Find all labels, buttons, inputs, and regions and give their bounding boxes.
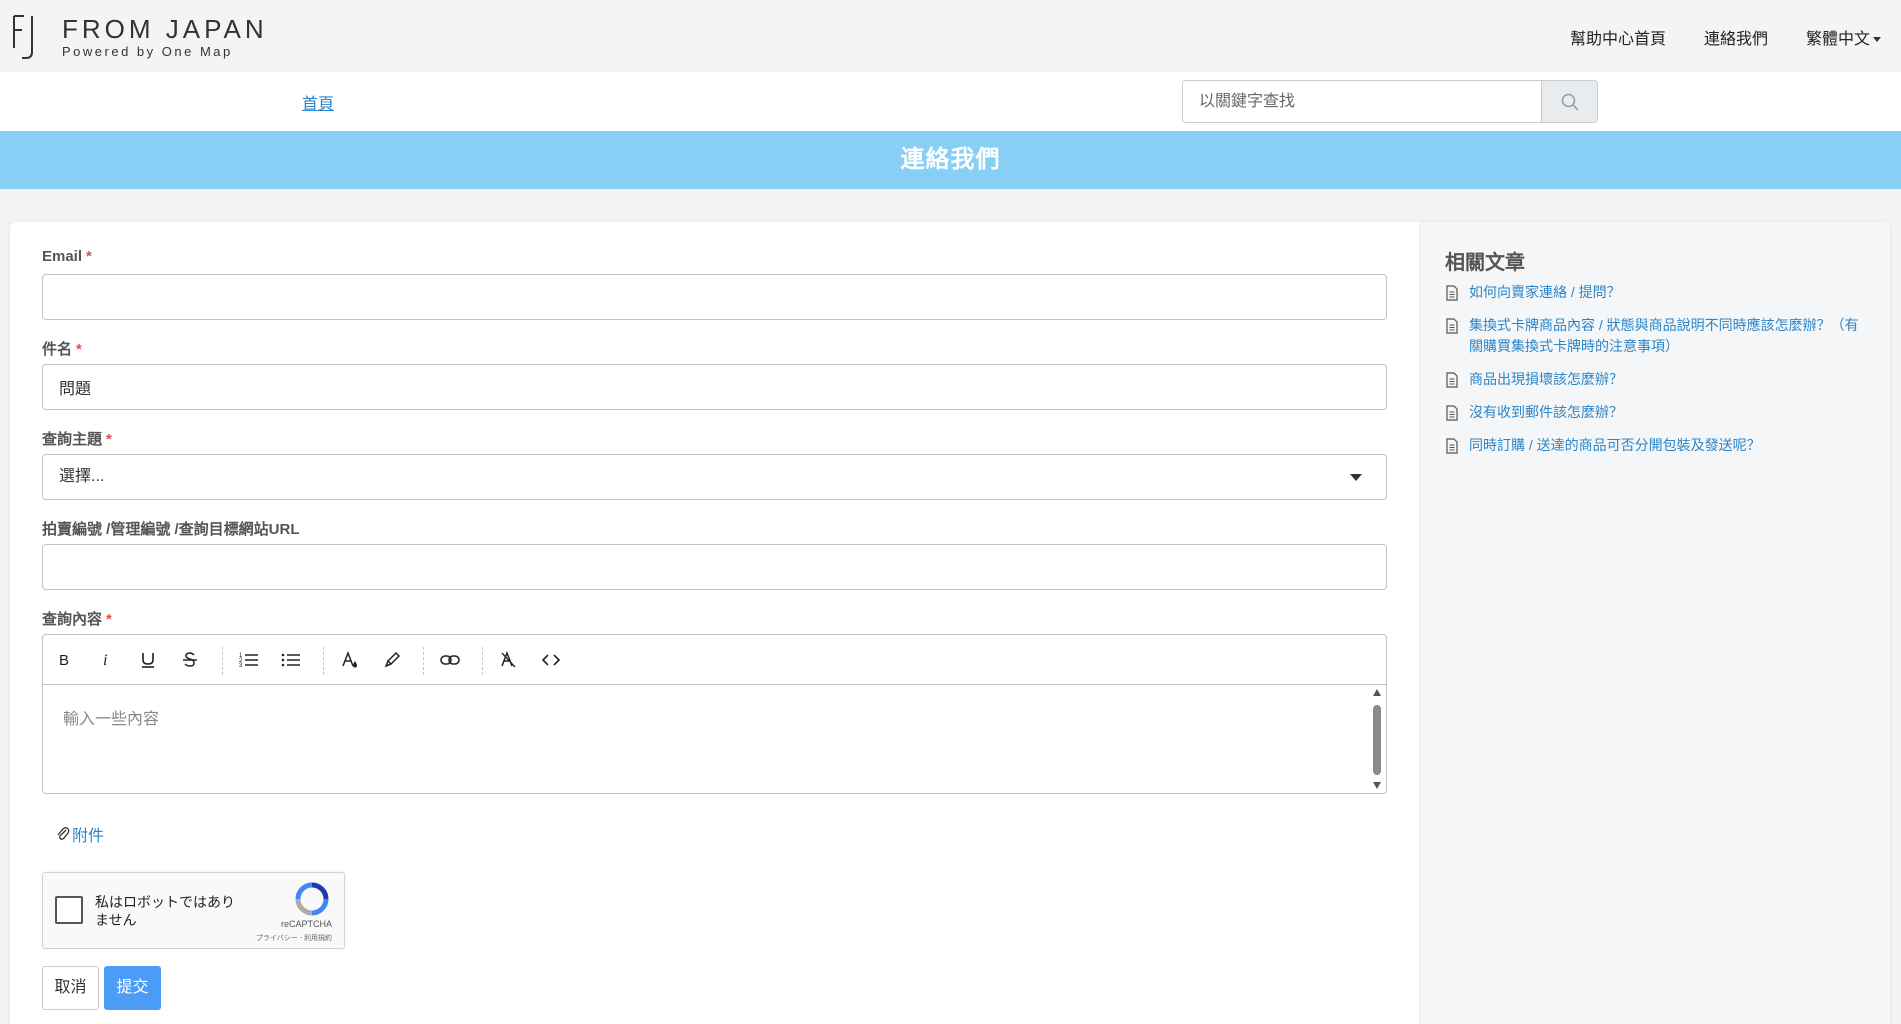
top-nav: 幫助中心首頁 連絡我們 繁體中文 (1570, 25, 1881, 49)
search-input[interactable] (1183, 81, 1542, 122)
list-item: 如何向賣家連絡 / 提問？ (1445, 282, 1865, 303)
editor-toolbar: B i 123 (43, 635, 1386, 685)
nav-help-home[interactable]: 幫助中心首頁 (1570, 25, 1666, 49)
text-color-icon[interactable] (334, 645, 366, 675)
search-button[interactable] (1541, 81, 1597, 122)
recaptcha-brand: reCAPTCHA (280, 919, 332, 929)
scroll-down-icon[interactable] (1373, 782, 1381, 789)
top-header: FROM JAPAN Powered by One Map 幫助中心首頁 連絡我… (0, 0, 1901, 72)
svg-text:3: 3 (239, 663, 243, 669)
toolbar-divider (482, 647, 483, 675)
language-dropdown[interactable]: 繁體中文 (1806, 25, 1881, 49)
list-item: 沒有收到郵件該怎麼辦？ (1445, 402, 1865, 423)
svg-text:i: i (103, 652, 107, 668)
article-link[interactable]: 如何向賣家連絡 / 提問？ (1469, 282, 1621, 303)
topic-label: 查詢主題 * (42, 431, 112, 448)
toolbar-divider (323, 647, 324, 675)
svg-text:B: B (59, 652, 69, 668)
editor-content-area[interactable]: 輸入一些內容 (43, 685, 1386, 793)
dropdown-arrow-icon (1350, 474, 1362, 481)
recaptcha-widget: 私はロボットではありません reCAPTCHA プライバシー - 利用規約 (42, 872, 345, 949)
url-field[interactable] (42, 544, 1387, 590)
related-articles-list: 如何向賣家連絡 / 提問？ 集換式卡牌商品內容 / 狀態與商品說明不同時應該怎麼… (1445, 282, 1865, 468)
recaptcha-checkbox[interactable] (55, 896, 83, 924)
submit-button[interactable]: 提交 (104, 966, 161, 1010)
topic-select-value: 選擇... (59, 468, 105, 485)
toolbar-divider (423, 647, 424, 675)
scroll-up-icon[interactable] (1373, 689, 1381, 696)
search-box (1182, 80, 1598, 123)
sub-bar: 首頁 (0, 72, 1901, 131)
toolbar-divider (222, 647, 223, 675)
list-item: 集換式卡牌商品內容 / 狀態與商品說明不同時應該怎麼辦？（有關購買集換式卡牌時的… (1445, 315, 1865, 357)
cancel-button[interactable]: 取消 (42, 966, 99, 1010)
caret-down-icon (1873, 37, 1881, 43)
logo-subtitle: Powered by One Map (62, 44, 233, 59)
logo[interactable]: FROM JAPAN Powered by One Map (12, 14, 268, 60)
contact-card: Email* 件名* 查詢主題* 選擇... 拍賣編號 /管理編號 /查詢目標網… (10, 222, 1890, 1024)
document-icon (1446, 372, 1458, 388)
nav-contact[interactable]: 連絡我們 (1704, 25, 1768, 49)
strikethrough-icon[interactable] (174, 645, 206, 675)
scroll-thumb[interactable] (1373, 705, 1381, 775)
fj-logo-icon (13, 15, 33, 59)
page-banner: 連絡我們 (0, 131, 1901, 189)
list-item: 商品出現損壞該怎麼辦？ (1445, 369, 1865, 390)
language-label: 繁體中文 (1805, 31, 1870, 48)
subject-field[interactable] (42, 364, 1387, 410)
article-link[interactable]: 商品出現損壞該怎麼辦？ (1469, 369, 1623, 390)
content-label: 查詢內容 * (42, 611, 112, 628)
recaptcha-text: 私はロボットではありません (95, 894, 235, 928)
editor-scrollbar[interactable] (1370, 687, 1384, 791)
document-icon (1446, 285, 1458, 301)
editor-placeholder: 輸入一些內容 (63, 711, 160, 728)
unordered-list-icon[interactable] (275, 645, 307, 675)
clear-format-icon[interactable] (493, 645, 525, 675)
url-label: 拍賣編號 /管理編號 /查詢目標網站URL (42, 521, 300, 538)
attachment-label: 附件 (72, 828, 105, 845)
link-icon[interactable] (434, 645, 466, 675)
page-title: 連絡我們 (900, 146, 1001, 173)
recaptcha-links[interactable]: プライバシー - 利用規約 (256, 933, 332, 943)
article-link[interactable]: 沒有收到郵件該怎麼辦？ (1469, 402, 1623, 423)
italic-icon[interactable]: i (90, 645, 122, 675)
article-link[interactable]: 集換式卡牌商品內容 / 狀態與商品說明不同時應該怎麼辦？（有關購買集換式卡牌時的… (1469, 315, 1865, 357)
ordered-list-icon[interactable]: 123 (233, 645, 265, 675)
document-icon (1446, 318, 1458, 334)
related-articles-sidebar: 相關文章 如何向賣家連絡 / 提問？ 集換式卡牌商品內容 / 狀態與商品說明不同… (1419, 222, 1890, 1024)
article-link[interactable]: 同時訂購 / 送達的商品可否分開包裝及發送呢？ (1469, 435, 1761, 456)
email-field[interactable] (42, 274, 1387, 320)
email-label: Email * (42, 248, 92, 265)
highlight-icon[interactable] (376, 645, 408, 675)
subject-label: 件名 * (42, 341, 82, 358)
search-icon (1561, 93, 1579, 111)
document-icon (1446, 438, 1458, 454)
breadcrumb-home-link[interactable]: 首頁 (302, 90, 334, 114)
rich-text-editor: B i 123 輸入一些內容 (42, 634, 1387, 794)
underline-icon[interactable] (132, 645, 164, 675)
document-icon (1446, 405, 1458, 421)
paperclip-icon (57, 827, 70, 840)
list-item: 同時訂購 / 送達的商品可否分開包裝及發送呢？ (1445, 435, 1865, 456)
attachment-link[interactable]: 附件 (56, 822, 104, 846)
bold-icon[interactable]: B (48, 645, 80, 675)
topic-select[interactable]: 選擇... (42, 454, 1387, 500)
logo-title: FROM JAPAN (62, 14, 268, 44)
related-articles-title: 相關文章 (1445, 252, 1525, 274)
recaptcha-logo-icon (295, 882, 329, 916)
code-icon[interactable] (535, 645, 567, 675)
